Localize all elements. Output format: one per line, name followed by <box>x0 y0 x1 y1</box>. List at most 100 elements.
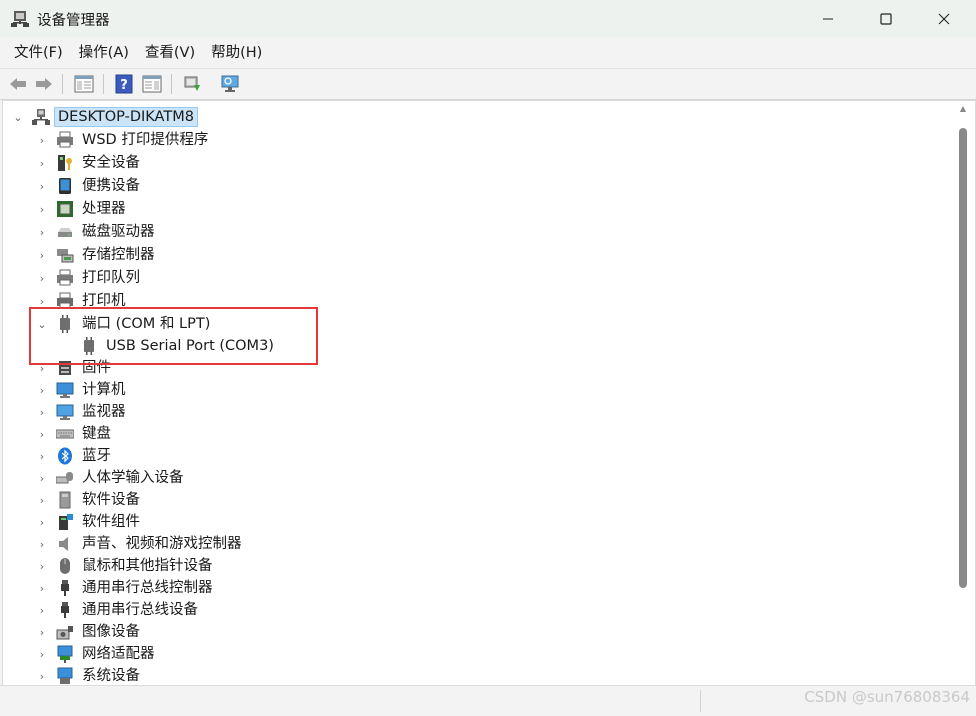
show-hide-console-tree-button[interactable] <box>72 72 96 96</box>
help-button[interactable]: ? <box>112 72 136 96</box>
chevron-right-icon[interactable]: › <box>36 599 48 621</box>
storage-controller-icon <box>57 249 74 263</box>
console-tree-icon <box>74 75 94 93</box>
menu-action[interactable]: 操作(A) <box>71 38 137 68</box>
usb-icon <box>61 580 69 596</box>
chevron-down-icon[interactable]: ⌄ <box>12 106 24 128</box>
forward-button[interactable] <box>32 72 56 96</box>
chevron-right-icon[interactable]: › <box>36 244 48 266</box>
title-bar: 设备管理器 <box>0 0 976 38</box>
update-driver-button[interactable] <box>180 72 204 96</box>
tree-item-label: 人体学输入设备 <box>82 470 184 486</box>
tree-item-label: 蓝牙 <box>82 448 111 464</box>
chevron-right-icon[interactable]: › <box>36 555 48 577</box>
watermark-text: CSDN @sun76808364 <box>804 688 970 706</box>
chevron-right-icon[interactable]: › <box>36 511 48 533</box>
chevron-right-icon[interactable]: › <box>36 467 48 489</box>
keyboard-icon <box>56 429 74 439</box>
chevron-right-icon[interactable]: › <box>36 129 48 151</box>
properties-button[interactable] <box>140 72 164 96</box>
chevron-right-icon[interactable]: › <box>36 423 48 445</box>
chevron-right-icon[interactable]: › <box>36 401 48 423</box>
computer-name-label: DESKTOP-DIKATM8 <box>54 107 198 127</box>
chevron-right-icon[interactable]: › <box>36 445 48 467</box>
toolbar-separator <box>171 74 172 94</box>
software-component-icon <box>59 514 73 530</box>
tree-item-label: 通用串行总线控制器 <box>82 580 213 596</box>
chevron-right-icon[interactable]: › <box>36 267 48 289</box>
forward-arrow-icon <box>36 78 52 90</box>
toolbar: ? <box>0 68 976 100</box>
processor-icon <box>57 201 73 217</box>
chevron-right-icon[interactable]: › <box>36 665 48 685</box>
scroll-up-icon[interactable]: ▲ <box>958 105 968 113</box>
tree-item-label: 存储控制器 <box>82 247 155 263</box>
tree-item-label: 计算机 <box>82 382 126 398</box>
back-button[interactable] <box>6 72 30 96</box>
chevron-right-icon[interactable]: › <box>36 577 48 599</box>
tree-item-label: 声音、视频和游戏控制器 <box>82 536 242 552</box>
camera-icon <box>56 626 73 640</box>
chevron-right-icon[interactable]: › <box>36 221 48 243</box>
device-manager-window: 设备管理器 文件(F) 操作(A) 查看(V) 帮助(H) ? ⌄ DESKTO… <box>0 0 976 716</box>
scan-hardware-changes-button[interactable] <box>218 72 242 96</box>
device-tree[interactable]: ⌄ DESKTOP-DIKATM8 › WSD 打印提供程序 › 安全设备 › … <box>2 100 976 686</box>
help-icon: ? <box>115 74 133 94</box>
chevron-right-icon[interactable]: › <box>36 175 48 197</box>
hid-icon <box>56 472 73 484</box>
scrollbar-thumb[interactable] <box>959 128 967 588</box>
printer-icon <box>57 131 73 148</box>
toolbar-separator <box>62 74 63 94</box>
chevron-right-icon[interactable]: › <box>36 533 48 555</box>
tree-item-label: 网络适配器 <box>82 646 155 662</box>
annotation-highlight-box <box>29 307 318 365</box>
chevron-right-icon[interactable]: › <box>36 379 48 401</box>
scan-monitor-icon <box>221 75 239 92</box>
computer-icon <box>56 382 74 398</box>
maximize-button[interactable] <box>857 0 915 38</box>
network-adapter-icon <box>57 645 73 663</box>
chevron-right-icon[interactable]: › <box>36 489 48 511</box>
menu-help[interactable]: 帮助(H) <box>203 38 270 68</box>
chevron-right-icon[interactable]: › <box>36 198 48 220</box>
security-key-icon <box>58 155 72 171</box>
disk-drive-icon <box>58 228 72 237</box>
tree-item-label: 便携设备 <box>82 178 140 194</box>
close-icon <box>938 13 950 25</box>
update-driver-icon <box>184 76 200 91</box>
tree-item-label: 安全设备 <box>82 155 140 171</box>
chevron-right-icon[interactable]: › <box>36 152 48 174</box>
svg-text:?: ? <box>120 78 128 93</box>
tree-item-label: 系统设备 <box>82 668 140 684</box>
menu-bar: 文件(F) 操作(A) 查看(V) 帮助(H) <box>0 38 976 68</box>
tree-item-label: 处理器 <box>82 201 126 217</box>
chevron-right-icon[interactable]: › <box>36 643 48 665</box>
close-button[interactable] <box>915 0 973 38</box>
tree-item-label: 监视器 <box>82 404 126 420</box>
toolbar-separator <box>103 74 104 94</box>
minimize-button[interactable] <box>799 0 857 38</box>
tree-item-label: 磁盘驱动器 <box>82 224 155 240</box>
computer-tower-icon <box>32 109 50 125</box>
monitor-icon <box>56 404 74 420</box>
tree-item-label: 鼠标和其他指针设备 <box>82 558 213 574</box>
chevron-right-icon[interactable]: › <box>36 621 48 643</box>
software-device-icon <box>59 491 71 509</box>
mouse-icon <box>60 558 70 574</box>
menu-file[interactable]: 文件(F) <box>6 38 71 68</box>
tree-item-label: 键盘 <box>82 426 111 442</box>
menu-view[interactable]: 查看(V) <box>137 38 203 68</box>
device-manager-app-icon <box>11 11 29 27</box>
window-title: 设备管理器 <box>37 13 110 29</box>
minimize-icon <box>823 18 833 20</box>
tree-item-label: 图像设备 <box>82 624 140 640</box>
print-queue-icon <box>57 269 73 286</box>
vertical-scrollbar[interactable]: ▲ <box>955 100 972 684</box>
usb-icon <box>61 602 69 618</box>
speaker-icon <box>59 537 68 551</box>
tree-item-label: 软件设备 <box>82 492 140 508</box>
status-divider <box>700 690 701 712</box>
tree-item-label: 通用串行总线设备 <box>82 602 198 618</box>
tree-item-label: WSD 打印提供程序 <box>82 132 209 148</box>
back-arrow-icon <box>10 78 26 90</box>
